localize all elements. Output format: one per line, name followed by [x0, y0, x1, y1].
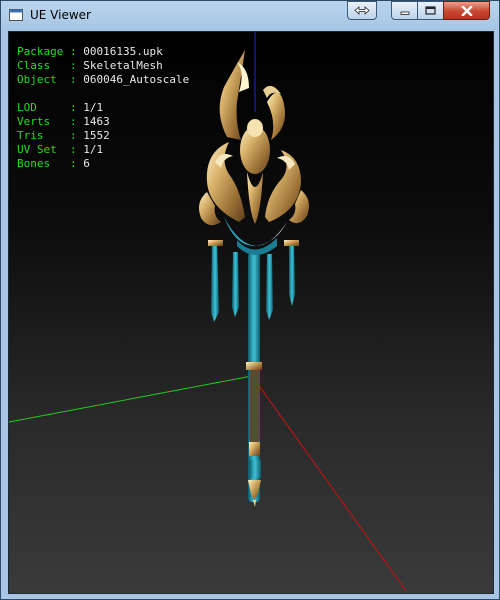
info-value-verts: 1463: [83, 115, 110, 128]
info-row-package: Package : 00016135.upk: [17, 45, 189, 59]
3d-viewport[interactable]: Package : 00016135.upk Class : SkeletalM…: [8, 31, 494, 594]
info-label: Verts: [17, 115, 64, 128]
info-label: Object: [17, 73, 64, 86]
close-icon: [460, 5, 473, 16]
app-icon: [9, 9, 23, 21]
info-label: LOD: [17, 101, 64, 114]
info-row-lod: LOD : 1/1: [17, 101, 189, 115]
info-sep: :: [69, 59, 77, 72]
info-label: UV Set: [17, 143, 64, 156]
info-value-object: 060046_Autoscale: [83, 73, 190, 86]
app-window: UE Viewer Package: 00016135.upk Class:…: [0, 0, 500, 600]
info-value-uvset: 1/1: [83, 143, 104, 156]
info-value-lod: 1/1: [83, 101, 104, 114]
info-value-bones: 6: [83, 157, 90, 170]
mesh-info-overlay: Package : 00016135.upk Class : SkeletalM…: [17, 45, 189, 171]
swap-button[interactable]: [347, 1, 377, 20]
info-sep: :: [69, 73, 77, 86]
info-group-stats: LOD : 1/1 Verts : 1463 Tris : 1552 UV Se…: [17, 101, 189, 171]
info-row-class: Class : SkeletalMesh: [17, 59, 189, 73]
info-value-package: 00016135.upk: [83, 45, 163, 58]
window-title: UE Viewer: [30, 8, 91, 22]
info-sep: :: [69, 129, 77, 142]
info-label: Class: [17, 59, 64, 72]
y-axis-line: [9, 375, 253, 423]
info-sep: :: [69, 143, 77, 156]
minimize-button[interactable]: [391, 1, 418, 20]
info-row-tris: Tris : 1552: [17, 129, 189, 143]
info-label: Package: [17, 45, 64, 58]
info-label: Bones: [17, 157, 64, 170]
minimize-icon: [400, 11, 409, 15]
info-sep: :: [69, 45, 77, 58]
info-group-asset: Package : 00016135.upk Class : SkeletalM…: [17, 45, 189, 87]
info-value-class: SkeletalMesh: [83, 59, 163, 72]
info-label: Tris: [17, 129, 64, 142]
info-sep: :: [69, 157, 77, 170]
info-row-bones: Bones : 6: [17, 157, 189, 171]
info-sep: :: [69, 115, 77, 128]
info-row-verts: Verts : 1463: [17, 115, 189, 129]
maximize-icon: [425, 6, 436, 15]
x-axis-line: [251, 375, 407, 592]
info-value-tris: 1552: [83, 129, 110, 142]
staff-mesh: [199, 50, 309, 507]
swap-arrows-icon: [354, 6, 370, 15]
info-row-uvset: UV Set : 1/1: [17, 143, 189, 157]
close-button[interactable]: [443, 1, 490, 20]
maximize-button[interactable]: [417, 1, 444, 20]
info-row-object: Object : 060046_Autoscale: [17, 73, 189, 87]
title-bar[interactable]: UE Viewer: [1, 1, 499, 31]
info-sep: :: [69, 101, 77, 114]
